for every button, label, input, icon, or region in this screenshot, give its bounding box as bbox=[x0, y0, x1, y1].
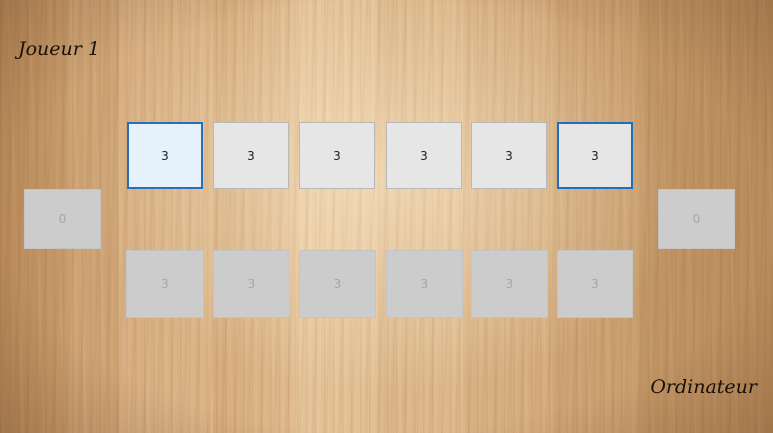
player1-label: Joueur 1 bbox=[18, 38, 100, 60]
player-pit-3[interactable]: 3 bbox=[299, 122, 375, 189]
player-pit-5[interactable]: 3 bbox=[471, 122, 547, 189]
computer-pit-1: 3 bbox=[126, 250, 204, 318]
computer-pit-4: 3 bbox=[386, 250, 463, 318]
player-pit-4[interactable]: 3 bbox=[386, 122, 462, 189]
player1-store: 0 bbox=[24, 189, 101, 249]
player-pit-1[interactable]: 3 bbox=[127, 122, 203, 189]
player-pit-6[interactable]: 3 bbox=[557, 122, 633, 189]
computer-store: 0 bbox=[658, 189, 735, 249]
player-pit-2[interactable]: 3 bbox=[213, 122, 289, 189]
computer-pit-2: 3 bbox=[213, 250, 290, 318]
computer-label: Ordinateur bbox=[650, 376, 757, 398]
computer-pit-6: 3 bbox=[557, 250, 633, 318]
computer-pit-5: 3 bbox=[471, 250, 548, 318]
computer-pit-3: 3 bbox=[299, 250, 376, 318]
